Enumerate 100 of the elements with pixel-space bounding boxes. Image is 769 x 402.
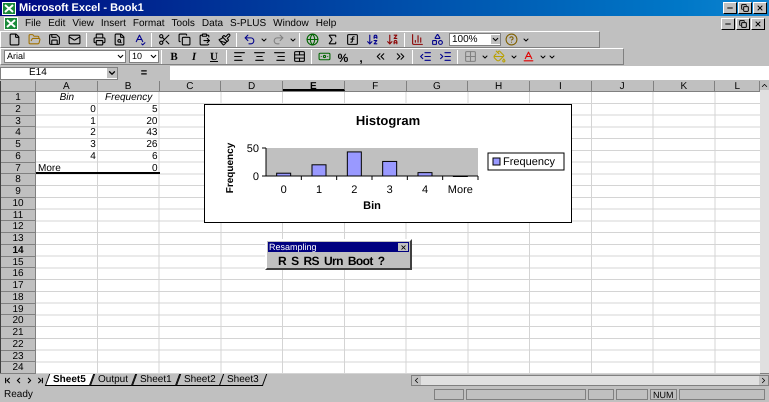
menu-item[interactable]: Insert [100, 18, 126, 28]
row-header[interactable]: 9 [1, 186, 36, 198]
resampling-tool-button[interactable]: ? [378, 254, 385, 268]
number-format-button[interactable]: % [334, 48, 352, 64]
row-header[interactable]: 17 [1, 280, 36, 292]
cut-icon [158, 33, 170, 46]
font-size-field[interactable]: 10 [129, 50, 159, 63]
menu-item[interactable]: View [72, 18, 94, 28]
toolbar-title: Resampling [269, 242, 317, 252]
zoom-field[interactable]: 100% [449, 33, 501, 46]
row-header[interactable]: 19 [1, 304, 36, 316]
indent-icon [438, 50, 452, 63]
row-header[interactable]: 6 [1, 150, 36, 162]
caret-icon [149, 52, 158, 61]
formula-field[interactable] [170, 66, 769, 80]
column-header[interactable]: K [654, 81, 716, 91]
menu-item[interactable]: Edit [48, 18, 66, 28]
menu-item[interactable]: Tools [172, 18, 195, 28]
row-header[interactable]: 5 [1, 139, 36, 151]
row-header[interactable]: 16 [1, 268, 36, 280]
close-button[interactable] [751, 18, 765, 30]
menu-item[interactable]: Window [273, 18, 309, 28]
style-button[interactable]: B [164, 48, 184, 64]
row-header[interactable]: 21 [1, 327, 36, 339]
row-header[interactable]: 8 [1, 174, 36, 186]
sheet-tab[interactable]: Output [90, 374, 136, 386]
vertical-scrollbar[interactable] [760, 81, 769, 373]
row-header[interactable]: 13 [1, 233, 36, 245]
menu-item[interactable]: Data [202, 18, 224, 28]
column-header[interactable]: J [592, 81, 654, 91]
resampling-tool-button[interactable]: Boot [348, 254, 373, 268]
legend-swatch [492, 158, 500, 166]
resampling-tool-button[interactable]: R [278, 254, 286, 268]
row-header[interactable]: 10 [1, 198, 36, 210]
resampling-tool-button[interactable]: RS [303, 254, 319, 268]
row-header[interactable]: 11 [1, 210, 36, 222]
copy-icon [178, 33, 190, 46]
row-header[interactable]: 15 [1, 256, 36, 268]
menu-item[interactable]: Help [316, 18, 336, 28]
row-header[interactable]: 3 [1, 116, 36, 128]
style-button[interactable]: U [204, 48, 224, 64]
column-header[interactable]: C [160, 81, 222, 91]
column-header[interactable]: A [36, 81, 98, 91]
minimize-button[interactable] [721, 18, 735, 30]
row-header[interactable]: 23 [1, 350, 36, 362]
table-cell-text: 20 [145, 116, 158, 128]
row-header[interactable]: 7 [1, 162, 36, 174]
table-cell: More [36, 162, 98, 174]
number-format-button[interactable]: , [352, 48, 370, 64]
row-header[interactable]: 18 [1, 292, 36, 304]
sheet-tab[interactable]: Sheet1 [132, 374, 180, 386]
row-header[interactable]: 4 [1, 127, 36, 139]
globe-icon [306, 33, 318, 46]
resampling-tool-button[interactable]: S [291, 254, 298, 268]
horizontal-scrollbar[interactable] [410, 374, 769, 386]
menu-item[interactable]: S-PLUS [230, 18, 266, 28]
x-tick-label: 2 [351, 184, 358, 196]
column-header[interactable]: F [344, 81, 406, 91]
status-panel [588, 388, 614, 400]
sheet-tab[interactable]: Sheet3 [219, 374, 268, 386]
row-header[interactable]: 24 [1, 362, 36, 374]
style-button[interactable]: I [184, 48, 204, 64]
column-header[interactable]: E [283, 81, 345, 91]
histogram-bar [346, 151, 362, 176]
font-field[interactable]: Arial [4, 50, 126, 63]
table-cell-text: 1 [89, 116, 97, 128]
outdent-icon [418, 50, 432, 63]
row-header[interactable]: 22 [1, 338, 36, 350]
row-header[interactable]: 1 [1, 92, 36, 104]
status-panel [434, 388, 464, 400]
row-header[interactable]: 12 [1, 221, 36, 233]
column-header[interactable]: D [221, 81, 283, 91]
tab-scroll-button[interactable] [2, 374, 12, 386]
caret-icon [116, 52, 125, 61]
name-box[interactable]: E14 [0, 66, 118, 80]
resampling-tool-button[interactable]: Urn [324, 254, 343, 268]
sheet-tab[interactable]: Sheet2 [175, 374, 224, 386]
tab-scroll-button[interactable] [35, 374, 45, 386]
menu-item[interactable]: File [25, 18, 42, 28]
equals-sign[interactable]: = [140, 64, 148, 82]
column-header[interactable]: B [98, 81, 160, 91]
y-axis-title: Frequency [225, 142, 236, 194]
sort-ascending-icon [366, 33, 378, 46]
row-header[interactable]: 2 [1, 104, 36, 116]
column-header[interactable]: I [530, 81, 592, 91]
spelling-icon [132, 33, 146, 46]
column-header[interactable]: H [468, 81, 530, 91]
restore-button[interactable] [736, 18, 750, 30]
restore-button[interactable] [738, 2, 752, 14]
folder-icon [28, 33, 40, 46]
close-button[interactable] [398, 243, 408, 251]
sheet-tab[interactable]: Sheet5 [44, 374, 94, 386]
close-button[interactable] [753, 2, 767, 14]
row-header[interactable]: 20 [1, 315, 36, 327]
x-axis-title: Bin [363, 200, 381, 212]
column-header[interactable]: L [715, 81, 760, 91]
menu-item[interactable]: Format [132, 18, 165, 28]
row-header[interactable]: 14 [1, 244, 36, 256]
column-header[interactable]: G [406, 81, 468, 91]
minimize-button[interactable] [723, 2, 737, 14]
